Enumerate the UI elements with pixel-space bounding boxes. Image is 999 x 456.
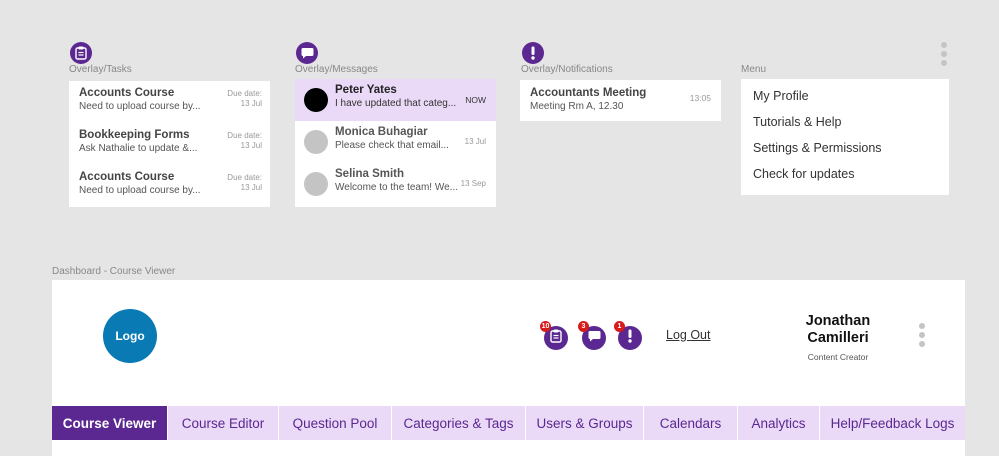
task-title: Bookkeeping Forms [79,129,190,141]
notifications-button[interactable]: 1 [614,321,642,350]
exclamation-icon [627,329,633,348]
task-item[interactable]: Accounts Course Need to upload course by… [69,165,270,205]
message-sender: Peter Yates [335,84,397,96]
logo[interactable]: Logo [103,309,157,363]
menu-label: Menu [741,64,767,75]
task-due: Due date: 13 Jul [227,89,262,108]
avatar [304,172,328,196]
task-title: Accounts Course [79,171,175,183]
messages-panel: Peter Yates I have updated that categ...… [295,79,496,207]
message-preview: I have updated that categ... [335,98,457,109]
exclamation-icon [522,42,544,64]
menu-item-tutorials-help[interactable]: Tutorials & Help [753,115,841,129]
message-sender: Monica Buhagiar [335,126,428,138]
user-role: Content Creator [807,352,869,362]
menu-item-settings-permissions[interactable]: Settings & Permissions [753,141,882,155]
avatar [304,130,328,154]
task-item[interactable]: Bookkeeping Forms Ask Nathalie to update… [69,123,270,163]
message-sender: Selina Smith [335,168,405,180]
task-description: Ask Nathalie to update &... [79,143,198,154]
chat-bubble-icon [588,329,601,347]
notifications-panel[interactable]: Accountants Meeting Meeting Rm A, 12.30 … [520,80,721,121]
notification-title: Accountants Meeting [530,87,647,99]
notification-time: 13:05 [689,93,711,103]
task-description: Need to upload course by... [79,101,201,112]
tasks-count-badge: 10 [540,321,551,332]
tab-question-pool[interactable]: Question Pool [278,406,391,440]
task-due: Due date: 13 Jul [227,131,262,150]
messages-count-badge: 3 [578,321,589,332]
task-description: Need to upload course by... [79,185,201,196]
chat-bubble-icon [296,42,318,64]
notifications-count-badge: 1 [614,321,625,332]
frame-label: Dashboard - Course Viewer [52,266,176,277]
clipboard-icon [70,42,92,64]
kebab-menu-icon[interactable] [941,42,947,69]
task-item[interactable]: Accounts Course Need to upload course by… [69,81,270,121]
tab-categories-tags[interactable]: Categories & Tags [391,406,525,440]
nav-tabs: Course Viewer Course Editor Question Poo… [52,406,965,440]
messages-overlay-label: Overlay/Messages [295,64,378,75]
message-time: 13 Sep [460,179,486,188]
message-time: 13 Jul [464,137,486,146]
message-time: NOW [465,95,486,105]
tab-help-feedback-logs[interactable]: Help/Feedback Logs [819,406,965,440]
tasks-button[interactable]: 10 [540,321,568,350]
notification-subtitle: Meeting Rm A, 12.30 [530,101,624,112]
avatar [304,88,328,112]
main-content [52,440,965,456]
message-item[interactable]: Selina Smith Welcome to the team! We... … [295,163,496,205]
tasks-panel: Accounts Course Need to upload course by… [69,81,270,207]
task-due: Due date: 13 Jul [227,173,262,192]
tasks-overlay-label: Overlay/Tasks [69,64,132,75]
kebab-menu-icon[interactable] [919,323,925,350]
tab-analytics[interactable]: Analytics [737,406,819,440]
clipboard-icon [550,329,562,348]
dashboard-header: Logo 10 3 1 Log Out Jonathan Camilleri Co… [52,280,965,408]
messages-button[interactable]: 3 [578,321,606,350]
menu-item-check-updates[interactable]: Check for updates [753,167,854,181]
tab-course-viewer[interactable]: Course Viewer [52,406,167,440]
task-title: Accounts Course [79,87,175,99]
message-preview: Please check that email... [335,140,449,151]
message-preview: Welcome to the team! We... [335,182,459,193]
message-item[interactable]: Monica Buhagiar Please check that email.… [295,121,496,163]
tab-users-groups[interactable]: Users & Groups [525,406,643,440]
notifications-overlay-label: Overlay/Notifications [521,64,613,75]
user-name: Jonathan Camilleri [805,313,871,346]
message-item[interactable]: Peter Yates I have updated that categ...… [295,79,496,121]
menu-panel: My Profile Tutorials & Help Settings & P… [741,79,949,195]
menu-item-my-profile[interactable]: My Profile [753,89,809,103]
tab-course-editor[interactable]: Course Editor [167,406,278,440]
tab-calendars[interactable]: Calendars [643,406,737,440]
logout-link[interactable]: Log Out [666,328,710,342]
